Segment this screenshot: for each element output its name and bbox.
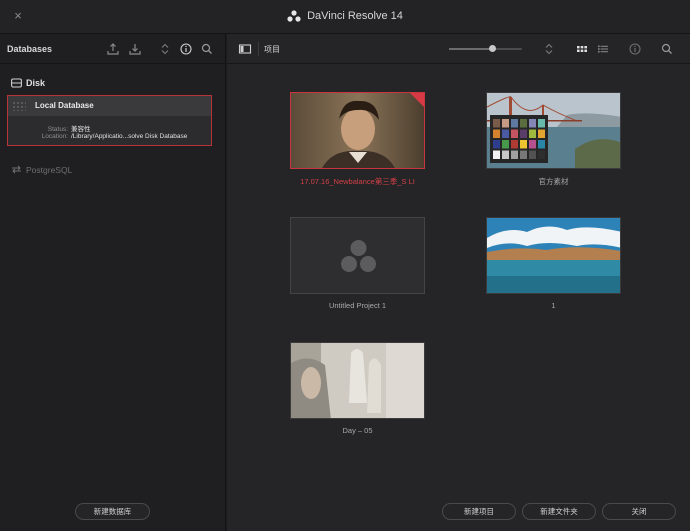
project-name: Untitled Project 1	[328, 301, 387, 310]
databases-sidebar: Databases Disk Local Database Status: 兼容性	[0, 34, 226, 531]
local-database-name: Local Database	[35, 101, 94, 110]
project-tile[interactable]: Day – 05	[290, 342, 425, 435]
color-swatch	[538, 129, 545, 138]
sidebar-toolbar: Databases	[0, 34, 226, 64]
zoom-slider-fill	[449, 48, 493, 50]
project-tile[interactable]: Untitled Project 1	[290, 217, 425, 310]
sidebar-toggle-icon[interactable]	[238, 42, 252, 56]
color-swatch	[493, 119, 500, 128]
location-value: /Library/Applicatio...solve Disk Databas…	[71, 133, 188, 140]
project-thumbnail[interactable]	[486, 92, 621, 169]
color-swatch	[511, 150, 518, 159]
close-button[interactable]: 关闭	[602, 503, 676, 520]
color-swatch	[520, 140, 527, 149]
project-name: Day – 05	[342, 426, 373, 435]
disk-group-header[interactable]: Disk	[11, 78, 45, 90]
sidebar-title: Databases	[7, 44, 53, 54]
color-swatch	[511, 119, 518, 128]
postgresql-group[interactable]: PostgreSQL	[11, 165, 72, 176]
sort-icon[interactable]	[158, 42, 172, 56]
color-swatch	[529, 140, 536, 149]
project-thumbnail[interactable]	[486, 217, 621, 294]
color-swatch	[493, 150, 500, 159]
title-bar: × DaVinci Resolve 14	[0, 0, 690, 34]
toolbar-divider	[258, 42, 259, 56]
window-title: DaVinci Resolve 14	[0, 10, 690, 25]
color-swatch	[511, 129, 518, 138]
upload-icon[interactable]	[106, 42, 120, 56]
postgresql-label: PostgreSQL	[26, 165, 73, 175]
project-name: 1	[551, 301, 556, 310]
project-thumbnail[interactable]	[290, 92, 425, 169]
window-title-text: DaVinci Resolve 14	[307, 10, 403, 22]
zoom-slider-knob[interactable]	[489, 45, 497, 52]
download-icon[interactable]	[128, 42, 142, 56]
grid-view-icon[interactable]	[575, 42, 589, 56]
disk-icon	[11, 78, 22, 90]
color-swatch	[520, 119, 527, 128]
color-swatch	[538, 140, 545, 149]
color-swatch	[493, 129, 500, 138]
color-swatch	[493, 140, 500, 149]
color-swatch	[529, 119, 536, 128]
color-swatch	[529, 129, 536, 138]
color-swatch	[502, 140, 509, 149]
drag-handle-icon[interactable]	[12, 101, 26, 111]
local-database-header: Local Database	[8, 96, 211, 116]
database-location-row: Location:/Library/Applicatio...solve Dis…	[8, 133, 188, 140]
color-swatch	[538, 150, 545, 159]
new-database-button[interactable]: 新建数据库	[75, 503, 150, 520]
color-swatch	[502, 129, 509, 138]
main-toolbar: 项目	[227, 34, 690, 64]
selected-flag-icon	[410, 93, 424, 107]
sort-icon[interactable]	[542, 42, 556, 56]
resolve-logo-icon	[341, 240, 376, 272]
color-swatch	[511, 140, 518, 149]
project-thumbnail[interactable]	[290, 342, 425, 419]
search-icon[interactable]	[200, 42, 214, 56]
thumbnail-zoom-slider[interactable]	[449, 45, 522, 52]
color-swatch	[520, 129, 527, 138]
color-swatch	[502, 119, 509, 128]
status-value: 兼容性	[71, 126, 91, 133]
project-tile[interactable]: 17.07.16_Newbalance第三季_S LI	[290, 92, 425, 186]
project-tile[interactable]: 官方素材	[486, 92, 621, 186]
color-swatch	[529, 150, 536, 159]
panel-title: 项目	[264, 45, 280, 54]
new-project-button[interactable]: 新建项目	[442, 503, 516, 520]
disk-group-label: Disk	[26, 78, 46, 88]
project-thumbnail[interactable]	[290, 217, 425, 294]
info-icon[interactable]	[628, 42, 642, 56]
list-view-icon[interactable]	[596, 42, 610, 56]
new-folder-button[interactable]: 新建文件夹	[522, 503, 596, 520]
color-swatch	[502, 150, 509, 159]
local-database-card[interactable]: Local Database Status: 兼容性 Location:/Libr…	[7, 95, 212, 146]
color-swatch	[538, 119, 545, 128]
status-key: Status:	[47, 126, 68, 133]
project-name: 官方素材	[538, 177, 569, 186]
info-icon[interactable]	[179, 42, 193, 56]
location-key: Location:	[41, 133, 68, 140]
project-tile[interactable]: 1	[486, 217, 621, 310]
davinci-logo-icon	[287, 10, 301, 25]
connect-icon	[11, 165, 22, 176]
database-status-row: Status: 兼容性	[8, 123, 91, 133]
project-manager-panel: 项目 17.07.16_Newbalance第三季_S LI 官方素材 Unti…	[227, 34, 690, 531]
project-name: 17.07.16_Newbalance第三季_S LI	[300, 177, 415, 186]
search-icon[interactable]	[660, 42, 674, 56]
color-swatch	[520, 150, 527, 159]
